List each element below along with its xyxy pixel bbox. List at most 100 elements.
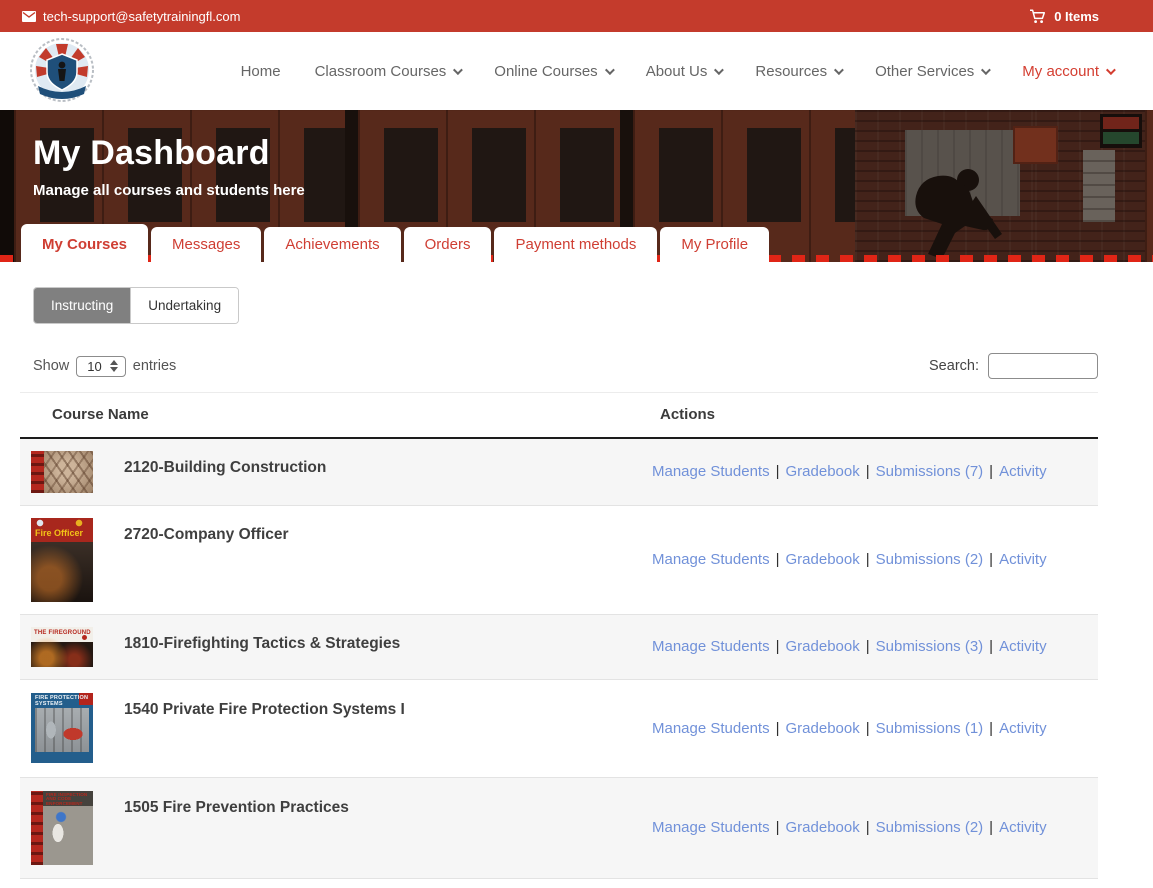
dashboard-tabs: My Courses Messages Achievements Orders … <box>21 224 769 262</box>
activity-link[interactable]: Activity <box>999 720 1047 737</box>
thumbnail-caption: Fire Officer <box>35 529 83 538</box>
separator: | <box>989 819 993 836</box>
table-row: THE FIREGROUND 1810-Firefighting Tactics… <box>20 614 1098 679</box>
entries-label: entries <box>133 358 177 374</box>
gradebook-link[interactable]: Gradebook <box>786 819 860 836</box>
nav-classroom-courses[interactable]: Classroom Courses <box>315 63 461 80</box>
cart-icon <box>1029 9 1046 24</box>
submissions-link[interactable]: Submissions (3) <box>876 638 984 655</box>
separator: | <box>776 551 780 568</box>
chevron-down-icon <box>981 65 991 75</box>
nav-about-us[interactable]: About Us <box>646 63 722 80</box>
course-cell: THE FIREGROUND 2811-Firefighting Tactics… <box>20 879 628 888</box>
gradebook-link[interactable]: Gradebook <box>786 463 860 480</box>
submissions-link[interactable]: Submissions (7) <box>876 463 984 480</box>
tab-my-profile[interactable]: My Profile <box>660 227 769 262</box>
tab-orders[interactable]: Orders <box>404 227 492 262</box>
nav-other-services-label: Other Services <box>875 63 974 80</box>
activity-link[interactable]: Activity <box>999 463 1047 480</box>
separator: | <box>866 720 870 737</box>
toggle-instructing[interactable]: Instructing <box>34 288 130 323</box>
manage-students-link[interactable]: Manage Students <box>652 638 770 655</box>
separator: | <box>866 819 870 836</box>
page-subtitle: Manage all courses and students here <box>33 182 305 199</box>
tab-payment-methods[interactable]: Payment methods <box>494 227 657 262</box>
activity-link[interactable]: Activity <box>999 819 1047 836</box>
nav-home-label: Home <box>241 63 281 80</box>
table-row: 2120-Building Construction Manage Studen… <box>20 438 1098 506</box>
tab-messages[interactable]: Messages <box>151 227 261 262</box>
spinner-up-arrow <box>110 360 118 365</box>
chevron-down-icon <box>714 65 724 75</box>
show-label: Show <box>33 358 69 374</box>
course-thumbnail: Fire Officer <box>31 518 93 602</box>
manage-students-link[interactable]: Manage Students <box>652 720 770 737</box>
column-header-course-name: Course Name <box>20 393 628 438</box>
course-name: 2720-Company Officer <box>124 526 289 544</box>
table-row: FIRE PROTECTION SYSTEMS 1540 Private Fir… <box>20 679 1098 777</box>
manage-students-link[interactable]: Manage Students <box>652 819 770 836</box>
gradebook-link[interactable]: Gradebook <box>786 720 860 737</box>
nav-resources-label: Resources <box>755 63 827 80</box>
course-actions: Manage Students | Gradebook | Submissions (2… <box>628 777 1098 878</box>
table-controls: Show 10 entries Search: <box>33 353 1098 379</box>
course-thumbnail: THE FIREGROUND <box>31 627 93 667</box>
search-input[interactable] <box>988 353 1098 379</box>
course-cell: THE FIREGROUND 1810-Firefighting Tactics… <box>20 615 628 679</box>
dashboard-page: tech-support@safetytrainingfl.com 0 Item… <box>0 0 1153 888</box>
separator: | <box>776 638 780 655</box>
site-logo[interactable] <box>28 38 96 106</box>
spinner-down-arrow <box>110 367 118 372</box>
submissions-link[interactable]: Submissions (2) <box>876 819 984 836</box>
course-actions: Manage Students|Gradebook|Submissions (7… <box>628 438 1098 506</box>
activity-link[interactable]: Activity <box>999 551 1047 568</box>
tab-achievements[interactable]: Achievements <box>264 227 400 262</box>
table-row: Fire Officer 2720-Company Officer Manage… <box>20 505 1098 614</box>
gradebook-link[interactable]: Gradebook <box>786 638 860 655</box>
toggle-undertaking[interactable]: Undertaking <box>130 288 238 323</box>
course-actions: Manage Students|Gradebook|Submissions (1… <box>628 679 1098 777</box>
support-email-text: tech-support@safetytrainingfl.com <box>43 9 240 24</box>
separator: | <box>989 551 993 568</box>
hero-banner: My Dashboard Manage all courses and stud… <box>0 110 1153 262</box>
show-entries-control: Show 10 entries <box>33 356 176 377</box>
separator: | <box>989 463 993 480</box>
chevron-down-icon <box>605 65 615 75</box>
nav-online-courses[interactable]: Online Courses <box>494 63 611 80</box>
nav-resources[interactable]: Resources <box>755 63 841 80</box>
course-thumbnail <box>31 451 93 493</box>
main-content: Instructing Undertaking Show 10 entries … <box>0 262 1153 888</box>
course-actions: Manage Students | Gradebook | Submissions (3… <box>628 614 1098 679</box>
course-cell: Fire Officer 2720-Company Officer <box>20 506 628 614</box>
activity-link[interactable]: Activity <box>999 638 1047 655</box>
nav-home[interactable]: Home <box>241 63 281 80</box>
submissions-link[interactable]: Submissions (1) <box>876 720 984 737</box>
course-name: 2120-Building Construction <box>124 459 326 477</box>
support-email-link[interactable]: tech-support@safetytrainingfl.com <box>22 9 240 24</box>
main-nav: Home Classroom Courses Online Courses Ab… <box>241 63 1113 80</box>
gradebook-link[interactable]: Gradebook <box>786 551 860 568</box>
table-row: THE FIREGROUND 2811-Firefighting Tactics… <box>20 878 1098 888</box>
manage-students-link[interactable]: Manage Students <box>652 551 770 568</box>
submissions-link[interactable]: Submissions (2) <box>876 551 984 568</box>
tab-my-courses[interactable]: My Courses <box>21 224 148 262</box>
separator: | <box>866 638 870 655</box>
thumbnail-caption: FIRE INSPECTION AND CODE ENFORCEMENT <box>46 793 93 807</box>
nav-classroom-courses-label: Classroom Courses <box>315 63 447 80</box>
entries-select[interactable]: 10 <box>76 356 125 377</box>
page-title: My Dashboard <box>33 134 270 173</box>
course-name: 1810-Firefighting Tactics & Strategies <box>124 635 400 653</box>
manage-students-link[interactable]: Manage Students <box>652 463 770 480</box>
cart-count-label: 0 Items <box>1054 9 1099 24</box>
course-actions: Manage Students | Gradebook | Submissions (2… <box>628 505 1098 614</box>
top-bar: tech-support@safetytrainingfl.com 0 Item… <box>0 0 1153 32</box>
course-name: 1540 Private Fire Protection Systems I <box>124 701 405 719</box>
nav-other-services[interactable]: Other Services <box>875 63 988 80</box>
thumbnail-caption: THE FIREGROUND <box>34 630 91 636</box>
nav-my-account[interactable]: My account <box>1022 63 1113 80</box>
envelope-icon <box>22 11 36 22</box>
cart-link[interactable]: 0 Items <box>1029 9 1131 24</box>
separator: | <box>776 819 780 836</box>
search-control: Search: <box>929 353 1098 379</box>
separator: | <box>989 638 993 655</box>
